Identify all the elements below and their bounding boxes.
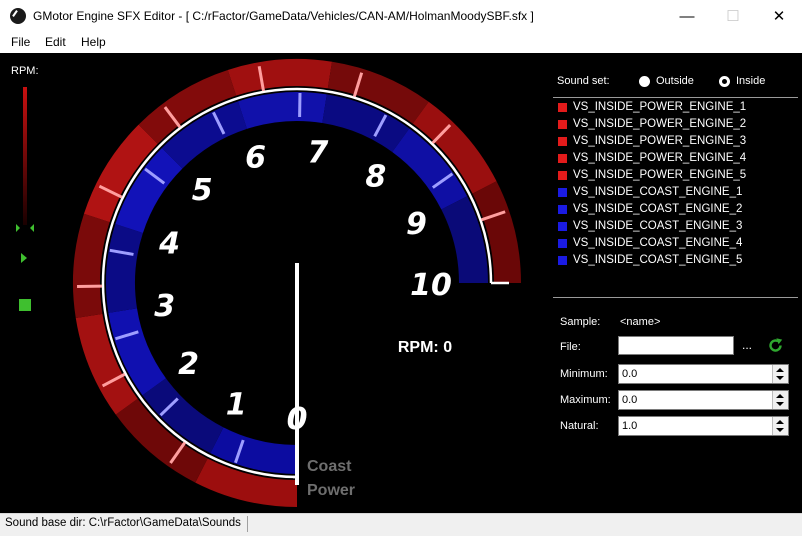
file-field[interactable] bbox=[618, 336, 734, 355]
list-item-label: VS_INSIDE_COAST_ENGINE_3 bbox=[573, 220, 742, 232]
minimum-field[interactable]: 0.0 bbox=[618, 364, 789, 384]
list-item[interactable]: VS_INSIDE_COAST_ENGINE_2 bbox=[553, 202, 798, 219]
list-item-label: VS_INSIDE_POWER_ENGINE_2 bbox=[573, 118, 746, 130]
close-button[interactable]: ✕ bbox=[756, 0, 802, 32]
coast-swatch bbox=[558, 205, 567, 214]
gauge-tick-label: 2 bbox=[178, 347, 199, 382]
list-item[interactable]: VS_INSIDE_POWER_ENGINE_5 bbox=[553, 168, 798, 185]
properties-divider bbox=[553, 297, 798, 298]
coast-band-segment bbox=[106, 224, 143, 313]
list-item[interactable]: VS_INSIDE_COAST_ENGINE_3 bbox=[553, 219, 798, 236]
spin-down-icon[interactable] bbox=[776, 428, 784, 432]
spin-down-icon[interactable] bbox=[776, 402, 784, 406]
status-text: Sound base dir: C:\rFactor\GameData\Soun… bbox=[5, 517, 241, 529]
power-swatch bbox=[558, 120, 567, 129]
power-swatch bbox=[558, 103, 567, 112]
gauge-tick-label: 1 bbox=[226, 387, 247, 422]
gauge-tick-label: 6 bbox=[245, 141, 266, 176]
natural-spinner[interactable] bbox=[772, 417, 788, 435]
spin-up-icon[interactable] bbox=[776, 420, 784, 424]
coast-band-segment bbox=[238, 92, 327, 129]
window-title: GMotor Engine SFX Editor - [ C:/rFactor/… bbox=[33, 9, 534, 23]
spin-up-icon[interactable] bbox=[776, 368, 784, 372]
list-item-label: VS_INSIDE_COAST_ENGINE_2 bbox=[573, 203, 742, 215]
power-label: Power bbox=[307, 482, 355, 499]
list-item[interactable]: VS_INSIDE_COAST_ENGINE_5 bbox=[553, 253, 798, 270]
list-item-label: VS_INSIDE_POWER_ENGINE_4 bbox=[573, 152, 746, 164]
coast-swatch bbox=[558, 222, 567, 231]
list-top-divider bbox=[553, 97, 798, 98]
list-item-label: VS_INSIDE_POWER_ENGINE_1 bbox=[573, 101, 746, 113]
gauge-tick-label: 7 bbox=[308, 136, 329, 171]
list-item[interactable]: VS_INSIDE_POWER_ENGINE_2 bbox=[553, 117, 798, 134]
minimum-value: 0.0 bbox=[622, 368, 637, 380]
list-item[interactable]: VS_INSIDE_POWER_ENGINE_3 bbox=[553, 134, 798, 151]
status-bar: Sound base dir: C:\rFactor\GameData\Soun… bbox=[0, 513, 802, 536]
menu-bar: File Edit Help bbox=[0, 32, 802, 53]
radio-outside-label: Outside bbox=[656, 75, 694, 87]
refresh-icon[interactable] bbox=[767, 337, 784, 354]
title-bar: GMotor Engine SFX Editor - [ C:/rFactor/… bbox=[0, 0, 802, 33]
gauge-tick-label: 10 bbox=[410, 268, 452, 303]
gauge-tick-label: 3 bbox=[154, 289, 175, 324]
spin-up-icon[interactable] bbox=[776, 394, 784, 398]
gauge-tick-label: 4 bbox=[158, 227, 180, 262]
radio-outside[interactable] bbox=[639, 76, 650, 87]
sound-set-label: Sound set: bbox=[557, 75, 610, 87]
maximum-field[interactable]: 0.0 bbox=[618, 390, 789, 410]
radio-inside[interactable] bbox=[719, 76, 730, 87]
coast-swatch bbox=[558, 239, 567, 248]
minimum-spinner[interactable] bbox=[772, 365, 788, 383]
power-swatch bbox=[558, 154, 567, 163]
rpm-gauge: 012345678910RPM: 0CoastPower bbox=[0, 53, 550, 513]
gauge-tick-label: 8 bbox=[365, 160, 386, 195]
power-swatch bbox=[558, 171, 567, 180]
minimize-button[interactable]: — bbox=[664, 0, 710, 32]
natural-label: Natural: bbox=[560, 420, 599, 432]
gauge-tick-label: 5 bbox=[192, 173, 213, 208]
list-item-label: VS_INSIDE_COAST_ENGINE_4 bbox=[573, 237, 742, 249]
minimum-label: Minimum: bbox=[560, 368, 608, 380]
gauge-tick-label: 9 bbox=[406, 207, 427, 242]
app-icon bbox=[10, 8, 26, 24]
maximum-label: Maximum: bbox=[560, 394, 611, 406]
sample-name-value: <name> bbox=[620, 316, 660, 328]
natural-value: 1.0 bbox=[622, 420, 637, 432]
list-item[interactable]: VS_INSIDE_COAST_ENGINE_1 bbox=[553, 185, 798, 202]
power-swatch bbox=[558, 137, 567, 146]
spin-down-icon[interactable] bbox=[776, 376, 784, 380]
list-item-label: VS_INSIDE_COAST_ENGINE_1 bbox=[573, 186, 742, 198]
radio-inside-label: Inside bbox=[736, 75, 765, 87]
list-item[interactable]: VS_INSIDE_POWER_ENGINE_1 bbox=[553, 100, 798, 117]
list-item[interactable]: VS_INSIDE_COAST_ENGINE_4 bbox=[553, 236, 798, 253]
file-label: File: bbox=[560, 341, 581, 353]
sample-label: Sample: bbox=[560, 316, 600, 328]
sample-list: VS_INSIDE_POWER_ENGINE_1 VS_INSIDE_POWER… bbox=[553, 100, 798, 270]
rpm-readout: RPM: 0 bbox=[398, 339, 452, 356]
list-item[interactable]: VS_INSIDE_POWER_ENGINE_4 bbox=[553, 151, 798, 168]
maximum-value: 0.0 bbox=[622, 394, 637, 406]
browse-button[interactable]: ... bbox=[742, 338, 752, 352]
maximize-button[interactable]: ☐ bbox=[710, 0, 756, 32]
maximum-spinner[interactable] bbox=[772, 391, 788, 409]
menu-edit[interactable]: Edit bbox=[45, 35, 66, 49]
menu-help[interactable]: Help bbox=[81, 35, 106, 49]
editor-canvas: RPM: 012345678910RPM: 0CoastPower Sound … bbox=[0, 53, 802, 513]
coast-swatch bbox=[558, 256, 567, 265]
coast-swatch bbox=[558, 188, 567, 197]
list-item-label: VS_INSIDE_POWER_ENGINE_3 bbox=[573, 135, 746, 147]
natural-field[interactable]: 1.0 bbox=[618, 416, 789, 436]
coast-label: Coast bbox=[307, 458, 352, 475]
status-separator bbox=[247, 516, 248, 532]
list-item-label: VS_INSIDE_POWER_ENGINE_5 bbox=[573, 169, 746, 181]
list-item-label: VS_INSIDE_COAST_ENGINE_5 bbox=[573, 254, 742, 266]
menu-file[interactable]: File bbox=[11, 35, 30, 49]
